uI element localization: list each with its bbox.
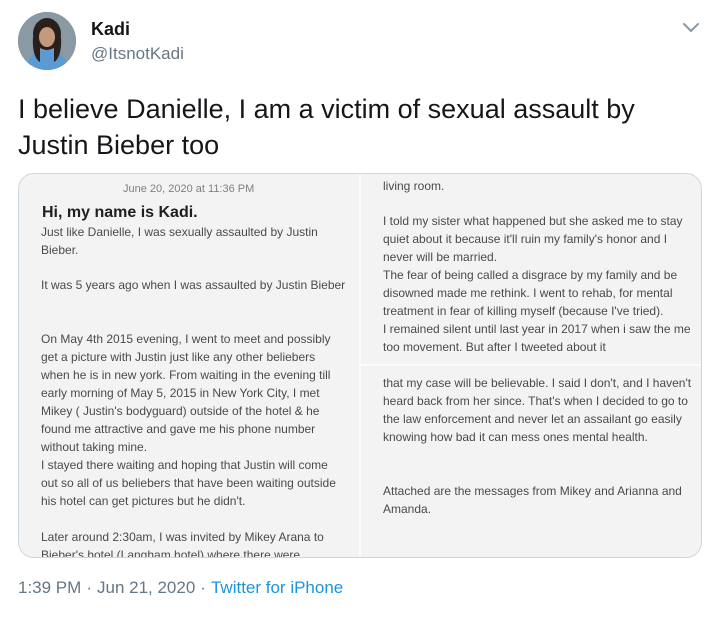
tweet-card: Kadi @ItsnotKadi I believe Danielle, I a… (0, 0, 720, 618)
note-paragraph: Attached are the messages from Mikey and… (383, 484, 682, 516)
tweet-date[interactable]: Jun 21, 2020 (97, 578, 195, 597)
note-paragraph: I stayed there waiting and hoping that J… (41, 458, 336, 508)
tweet-source-link[interactable]: Twitter for iPhone (211, 578, 343, 597)
note-title: Hi, my name is Kadi. (42, 204, 198, 221)
note-paragraph: Just like Danielle, I was sexually assau… (41, 225, 318, 257)
profile-photo (18, 12, 76, 70)
note-paragraph: The fear of being called a disgrace by m… (383, 268, 678, 318)
note-screenshot-right: living room. I told my sister what happe… (361, 174, 701, 557)
note-paragraph: living room. (383, 179, 445, 193)
tweet-time[interactable]: 1:39 PM (18, 578, 81, 597)
tweet-media-image[interactable]: June 20, 2020 at 11:36 PM Hi, my name is… (18, 173, 702, 558)
note-paragraph: I told my sister what happened but she a… (383, 214, 683, 264)
avatar[interactable] (18, 12, 76, 70)
note-paragraph: I remained silent until last year in 201… (383, 322, 691, 354)
tweet-footer: 1:39 PM · Jun 21, 2020 · Twitter for iPhone (18, 578, 343, 598)
note-paragraph: that my case will be believable. I said … (383, 376, 692, 444)
display-name[interactable]: Kadi (91, 19, 130, 40)
image-divider (361, 364, 701, 366)
note-paragraph: Later around 2:30am, I was invited by Mi… (41, 530, 324, 558)
tweet-text: I believe Danielle, I am a victim of sex… (18, 94, 635, 160)
note-paragraph: On May 4th 2015 evening, I went to meet … (41, 332, 331, 454)
separator: · (200, 578, 206, 597)
chevron-down-icon[interactable] (680, 18, 702, 38)
note-screenshot-left: June 20, 2020 at 11:36 PM Hi, my name is… (19, 174, 359, 558)
note-date: June 20, 2020 at 11:36 PM (123, 183, 255, 195)
separator: · (86, 578, 92, 597)
note-paragraph: It was 5 years ago when I was assaulted … (41, 278, 346, 292)
user-handle[interactable]: @ItsnotKadi (91, 44, 184, 64)
